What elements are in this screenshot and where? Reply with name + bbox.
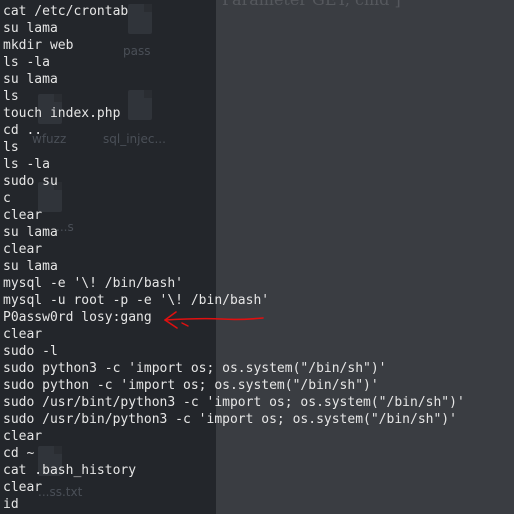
- terminal-line: ls -la: [3, 55, 50, 70]
- terminal-line: su lama: [3, 72, 58, 87]
- terminal-line: cd ..: [3, 123, 43, 138]
- terminal-line: mysql -e '\! /bin/bash': [3, 276, 184, 291]
- desktop-screen: Parameter GET, cmd ] pass sql_injec... w…: [0, 0, 514, 514]
- terminal-line: id: [3, 497, 19, 512]
- terminal-line: sudo /usr/bin/python3 -c 'import os; os.…: [3, 412, 457, 427]
- terminal-line: cat .bash_history: [3, 463, 137, 478]
- terminal-line: sudo /usr/bint/python3 -c 'import os; os…: [3, 395, 465, 410]
- terminal-line: ls: [3, 89, 19, 104]
- terminal-line: clear: [3, 242, 43, 257]
- terminal-line: su lama: [3, 225, 58, 240]
- red-annotation-arrow-icon: [164, 311, 264, 329]
- terminal-line: sudo python -c 'import os; os.system("/b…: [3, 378, 379, 393]
- terminal-line: clear: [3, 208, 43, 223]
- terminal-line: cat /etc/crontab: [3, 4, 129, 19]
- terminal-line: sudo python3 -c 'import os; os.system("/…: [3, 361, 387, 376]
- terminal-line: ls -la: [3, 157, 50, 172]
- terminal-line: sudo -l: [3, 344, 58, 359]
- terminal-line: touch index.php: [3, 106, 121, 121]
- terminal-line: clear: [3, 429, 43, 444]
- terminal-line: mkdir web: [3, 38, 74, 53]
- terminal-line: clear: [3, 480, 43, 495]
- terminal-line: cd ~: [3, 446, 35, 461]
- terminal-line: ls: [3, 140, 19, 155]
- terminal-line: sudo su: [3, 174, 58, 189]
- terminal-output[interactable]: cat /etc/crontab su lama mkdir web ls -la su…: [3, 3, 511, 513]
- terminal-line: mysql -u root -p -e '\! /bin/bash': [3, 293, 270, 308]
- terminal-line: c: [3, 191, 11, 206]
- terminal-line: su lama: [3, 21, 58, 36]
- terminal-line: su lama: [3, 259, 58, 274]
